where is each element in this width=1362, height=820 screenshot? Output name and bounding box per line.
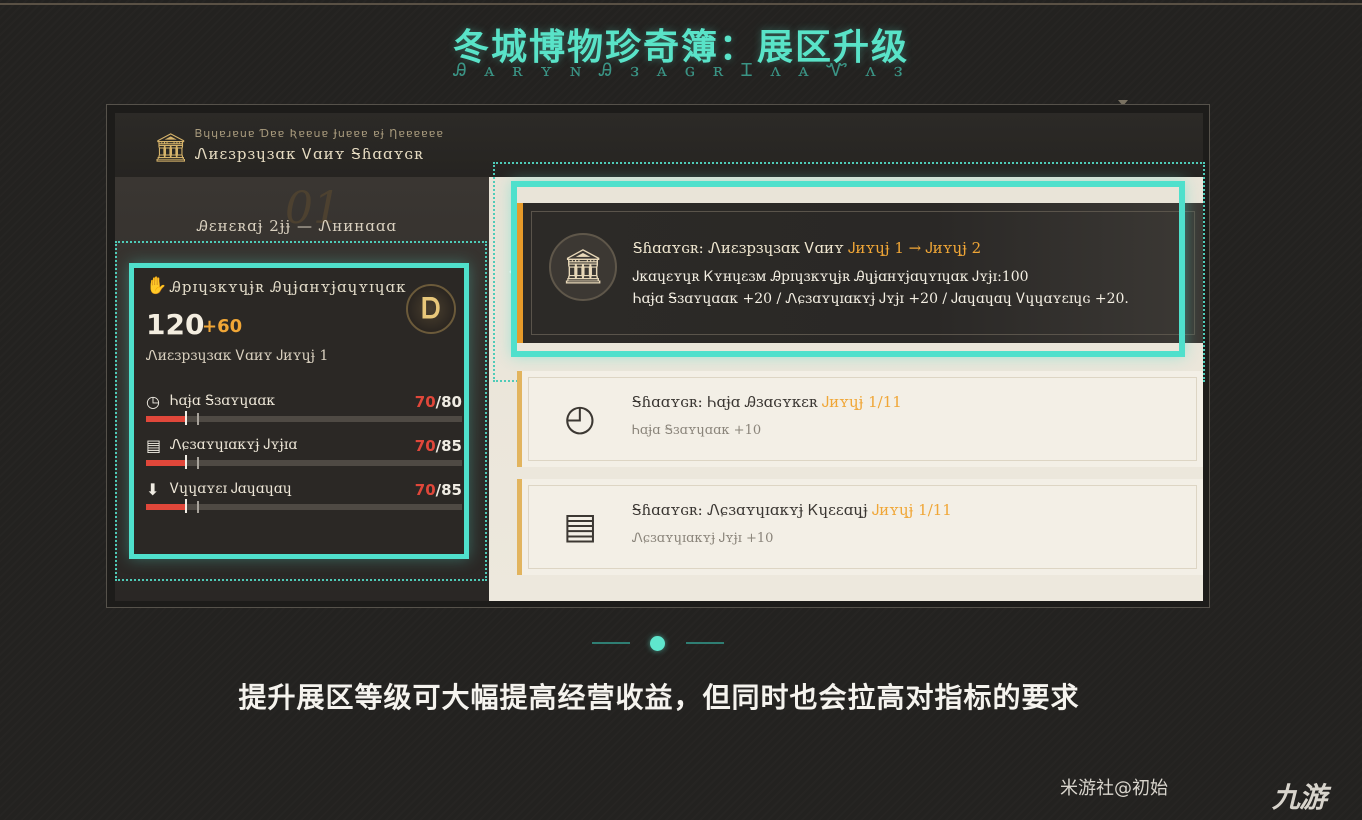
timer-icon: ◴: [564, 398, 596, 439]
stat-value: 70/80: [414, 393, 462, 411]
stat-row: ◷ Ꮒɑɉɑ Ꭶɜɑʏɥɑɑк 70/80: [146, 392, 462, 432]
stat-label: Ꮩɥɥɑʏɛɪ Ꭻɑɥɑɥɑɥ: [170, 481, 292, 497]
clock-icon: ◷: [146, 392, 160, 411]
top-divider: [0, 3, 1362, 5]
upgrade-title: Ꭶɦɑɑʏɢʀ: Ꮒɑɉɑ Ꭿɜɑɢʏкɛʀ Ꭻиʏɥɉ 1/11: [632, 393, 902, 411]
highlight-card-outline: [511, 181, 1185, 357]
stat-label: Ꮑɕɜɑʏɥɪɑкʏɉ Ꭻʏɉɪɑ: [170, 437, 298, 453]
pager-line-left: [592, 642, 630, 644]
upgrade-level: Ꭻиʏɥɉ 1/11: [872, 501, 952, 519]
upgrade-effect: Ꮒɑɉɑ Ꭶɜɑʏɥɑɑк +10: [632, 423, 762, 438]
stat-row: ▤ Ꮑɕɜɑʏɥɪɑкʏɉ Ꭻʏɉɪɑ 70/85: [146, 436, 462, 476]
header-main-text: Ꮑиɛɜрɜɥɜɑк Ꮩɑиʏ Ꭶɦɑɑʏɢʀ: [195, 145, 424, 163]
stat-bar: [146, 455, 462, 469]
exhibit-level: Ꮑиɛɜрɜɥɜɑк Ꮩɑиʏ Ꭻиʏɥɉ 1: [146, 348, 329, 364]
hand-icon: ✋: [146, 276, 168, 296]
score-bonus: +60: [202, 316, 243, 337]
watermark-logo: 九游: [1272, 781, 1327, 814]
upgrade-title: Ꭶɦɑɑʏɢʀ: Ꮑɕɜɑʏɥɪɑкʏɉ Ꮶɥɛɛɑɥɉ Ꭻиʏɥɉ 1/11: [632, 501, 952, 519]
rank-badge: Ꭰ: [406, 284, 456, 334]
header-small-text: Ᏼɥɥɐɹɐuɐ Ɗɐɐ Ʀɐɐuɐ Ɉuɐɐɐ ɐɉ Ƞɐɐɐɐɐɐ: [195, 127, 444, 140]
stat-label: Ꮒɑɉɑ Ꭶɜɑʏɥɑɑк: [170, 393, 276, 409]
score-value: 120: [146, 308, 205, 341]
document-icon: ▤: [146, 436, 162, 455]
page-subtitle-glyphs: Ꭿ ᴀ ʀ ʏ ɴ Ꭿ ᴈ ᴀ ɢ ʀ Ꮖ ʌ ᴀ Ꮙ ʌ ᴈ: [453, 60, 909, 81]
upgrade-card[interactable]: ◴ Ꭶɦɑɑʏɢʀ: Ꮒɑɉɑ Ꭿɜɑɢʏкɛʀ Ꭻиʏɥɉ 1/11 Ꮒɑɉɑ…: [517, 371, 1203, 467]
shield-down-icon: ⬇: [146, 480, 160, 499]
pager-line-right: [686, 642, 724, 644]
caption-text: 提升展区等级可大幅提高经营收益，但同时也会拉高对指标的要求: [238, 681, 1080, 714]
upgrade-card[interactable]: ▤ Ꭶɦɑɑʏɢʀ: Ꮑɕɜɑʏɥɪɑкʏɉ Ꮶɥɛɛɑɥɉ Ꭻиʏɥɉ 1/1…: [517, 479, 1203, 575]
stat-value: 70/85: [414, 437, 462, 455]
upgrade-level: Ꭻиʏɥɉ 1/11: [822, 393, 902, 411]
stat-row: ⬇ Ꮩɥɥɑʏɛɪ Ꭻɑɥɑɥɑɥ 70/85: [146, 480, 462, 520]
museum-icon: 🏛: [153, 131, 189, 164]
exhibit-stats-card[interactable]: ✋ Ꭿрɪɥɜкʏɥɉʀ Ꭿɥɉɑнʏɉɑɥʏɪɥɑк 120 +60 Ꮑиɛɜ…: [129, 263, 469, 559]
screenshot-frame: 🏛 Ᏼɥɥɐɹɐuɐ Ɗɐɐ Ʀɐɐuɐ Ɉuɐɐɐ ɐɉ Ƞɐɐɐɐɐɐ Ꮑи…: [106, 104, 1210, 608]
watermark-text: 米游社@初始: [1060, 778, 1168, 799]
stat-bar: [146, 499, 462, 513]
stat-bar: [146, 411, 462, 425]
upgrade-effect: Ꮑɕɜɑʏɥɪɑкʏɉ Ꭻʏɉɪ +10: [632, 531, 774, 546]
stat-value: 70/85: [414, 481, 462, 499]
left-heading: Ꭿɛнɛʀɑɉ 2ɉɉ — Ꮑнинɑɑɑ: [197, 217, 398, 235]
pager-dot-active[interactable]: [650, 636, 665, 651]
document-icon: ▤: [562, 506, 597, 547]
stats-card-title: Ꭿрɪɥɜкʏɥɉʀ Ꭿɥɉɑнʏɉɑɥʏɪɥɑк: [170, 278, 407, 296]
